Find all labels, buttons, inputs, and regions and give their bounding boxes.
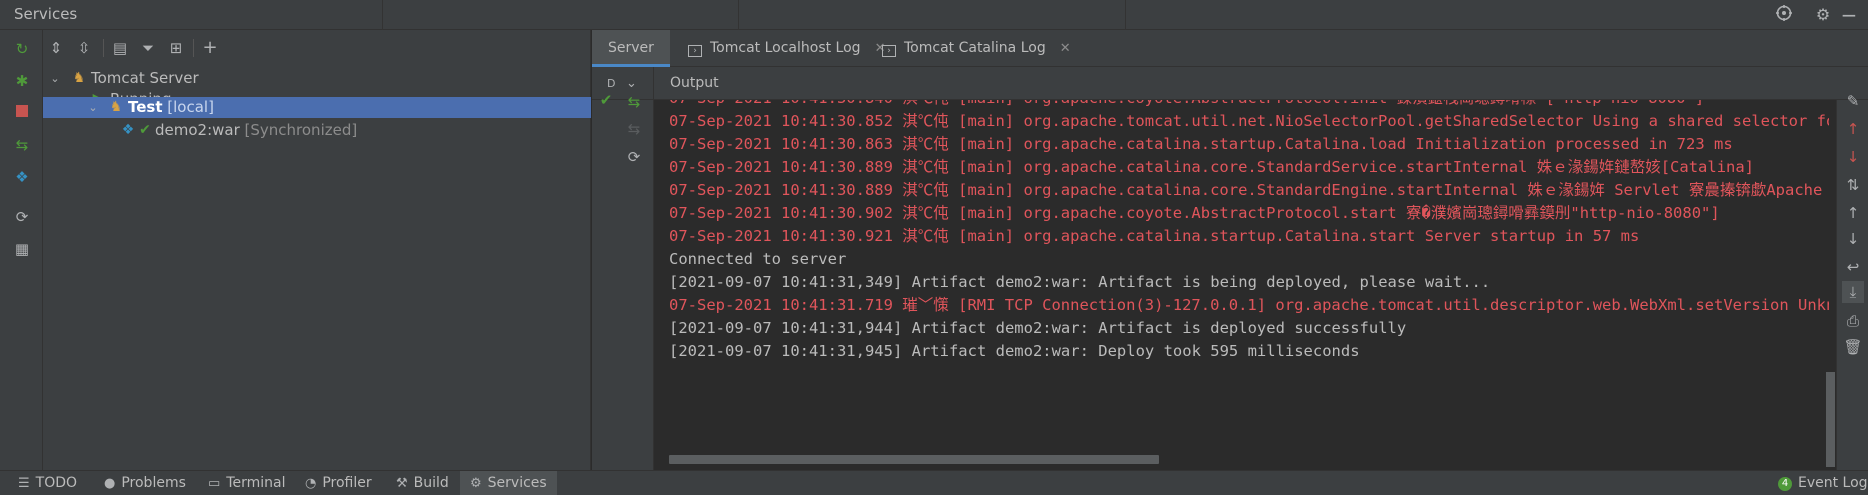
title-bar: Services ⚙ −	[0, 0, 1868, 30]
layout-icon[interactable]: ▦	[11, 238, 33, 260]
event-log-button[interactable]: 4 Event Log	[1778, 471, 1868, 495]
services-tool-window: Services ⚙ − ↻ ✱ ⇆ ❖ ⟳ ▦ ⇕ ⇳ ▤ ⏷ ⊞ + ⌄ ♞…	[0, 0, 1868, 495]
vertical-scrollbar[interactable]	[1826, 100, 1835, 470]
scrollbar-thumb[interactable]	[669, 455, 1159, 464]
tree-toolbar: ⇕ ⇳ ▤ ⏷ ⊞ +	[43, 30, 591, 66]
new-tab-icon[interactable]: ⊞	[165, 37, 187, 59]
profiler-icon: ◔	[305, 476, 317, 491]
list-icon: ☰	[18, 476, 30, 491]
event-log-label: Event Log	[1798, 475, 1868, 491]
tree-item-label: demo2:war [Synchronized]	[155, 121, 358, 139]
rerun-icon[interactable]: ↻	[11, 38, 33, 60]
hammer-icon: ⚒	[396, 476, 408, 491]
next-occurrence-icon[interactable]: ↓	[1842, 146, 1864, 168]
toolbar-divider	[193, 39, 194, 57]
services-tree-panel: ⇕ ⇳ ▤ ⏷ ⊞ + ⌄ ♞ Tomcat Server ⌄ ▶ Runnin…	[43, 30, 591, 470]
tree-item-test-local[interactable]: ⌄ ♞ Test [local]	[43, 97, 591, 118]
tool-tab-build[interactable]: ⚒ Build	[396, 471, 449, 495]
tab-tomcat-catalina-log[interactable]: › Tomcat Catalina Log ✕	[874, 30, 1079, 67]
chevron-down-icon[interactable]: ⌄	[86, 97, 100, 118]
tool-tab-label: TODO	[35, 475, 78, 491]
console-side-toolbar: ✎ ↑ ↓ ⇅ ↑ ↓ ↩ ⤓ ⎙ 🗑	[1836, 92, 1868, 470]
services-icon: ⚙	[470, 476, 482, 491]
tree-item-label: Test [local]	[128, 98, 214, 116]
filter-icon[interactable]: ⏷	[137, 37, 159, 59]
tree-item-demo2-war[interactable]: ❖ ✔ demo2:war [Synchronized]	[43, 118, 591, 143]
add-service-icon[interactable]: +	[199, 37, 221, 59]
tool-tab-todo[interactable]: ☰ TODO	[18, 471, 77, 495]
group-by-icon[interactable]: ▤	[109, 37, 131, 59]
tool-tab-profiler[interactable]: ◔ Profiler	[305, 471, 372, 495]
tool-tab-label: Profiler	[322, 475, 372, 491]
expand-all-icon[interactable]: ⇕	[45, 37, 67, 59]
trash-icon[interactable]: 🗑	[1842, 336, 1864, 358]
debug-icon[interactable]: ✱	[11, 70, 33, 92]
down-arrow-icon[interactable]: ↓	[1842, 228, 1864, 250]
tool-tab-problems[interactable]: ● Problems	[104, 471, 186, 495]
tab-label: Tomcat Catalina Log	[904, 40, 1046, 56]
bottom-tool-bar: ☰ TODO ● Problems ▭ Terminal ◔ Profiler ⚒ Bui…	[0, 470, 1868, 495]
clear-icon[interactable]: ✎	[1842, 90, 1864, 112]
minimize-icon[interactable]: −	[1838, 4, 1860, 26]
console-output[interactable]: 07-Sep-2021 10:41:30.840 淇℃伅 [main] org.…	[655, 100, 1829, 470]
tool-tab-label: Terminal	[226, 475, 286, 491]
tab-tomcat-localhost-log[interactable]: › Tomcat Localhost Log ✕	[680, 30, 893, 67]
sort-icon[interactable]: ⇅	[1842, 174, 1864, 196]
scroll-to-end-icon[interactable]: ⤓	[1842, 281, 1864, 303]
terminal-icon: ▭	[208, 476, 221, 491]
title-divider	[1125, 0, 1126, 30]
left-action-toolbar: ↻ ✱ ⇆ ❖ ⟳ ▦	[0, 30, 43, 470]
title-divider	[738, 0, 739, 30]
tool-tab-terminal[interactable]: ▭ Terminal	[208, 471, 285, 495]
up-arrow-icon[interactable]: ↑	[1842, 202, 1864, 224]
event-count-badge: 4	[1778, 477, 1792, 491]
gear-icon[interactable]: ⚙	[1812, 4, 1834, 26]
soft-wrap-icon[interactable]: ↩	[1842, 256, 1864, 278]
refresh-icon[interactable]: ⟳	[11, 206, 33, 228]
check-icon: ✔	[599, 91, 613, 109]
tool-tab-services[interactable]: ⚙ Services	[460, 471, 557, 495]
horizontal-scrollbar[interactable]	[669, 455, 1819, 464]
log-tab-bar: Server › Tomcat Localhost Log ✕ › Tomcat Ca…	[592, 30, 1868, 67]
console-icon: ›	[688, 45, 702, 57]
deploy-icon[interactable]: ⇆	[11, 134, 33, 156]
deploy-icon[interactable]: ⇆	[623, 91, 645, 113]
deploy-gutter: ✔ ⇆ ⇆ ⟳	[592, 91, 654, 470]
artifact-icon[interactable]: ❖	[11, 166, 33, 188]
window-title: Services	[14, 5, 78, 23]
title-divider	[382, 0, 383, 30]
stop-icon[interactable]	[11, 102, 33, 124]
tab-label: Tomcat Localhost Log	[710, 40, 861, 56]
tab-server[interactable]: Server	[592, 30, 670, 67]
scrollbar-thumb[interactable]	[1826, 372, 1835, 467]
output-header: D ⌄ Output	[592, 67, 1868, 100]
problems-icon: ●	[104, 476, 116, 491]
artifact-icon: ❖	[121, 122, 135, 138]
tab-label: Server	[608, 40, 654, 56]
output-title: Output	[670, 75, 719, 91]
close-icon[interactable]: ✕	[1060, 41, 1071, 56]
console-line: [2021-09-07 10:41:31,945] Artifact demo2…	[669, 342, 1360, 360]
collapse-all-icon[interactable]: ⇳	[73, 37, 95, 59]
tomcat-icon: ♞	[109, 99, 123, 115]
toolbar-divider	[103, 39, 104, 57]
undeploy-icon[interactable]: ⇆	[623, 118, 645, 140]
refresh-icon[interactable]: ⟳	[623, 146, 645, 168]
crosshair-icon[interactable]	[1773, 4, 1795, 26]
tool-tab-label: Problems	[121, 475, 186, 491]
check-icon: ✔	[139, 122, 151, 138]
console-icon: ›	[882, 45, 896, 57]
previous-occurrence-icon[interactable]: ↑	[1842, 118, 1864, 140]
tool-tab-label: Build	[413, 475, 449, 491]
print-icon[interactable]: ⎙	[1842, 310, 1864, 332]
tool-tab-label: Services	[487, 475, 547, 491]
